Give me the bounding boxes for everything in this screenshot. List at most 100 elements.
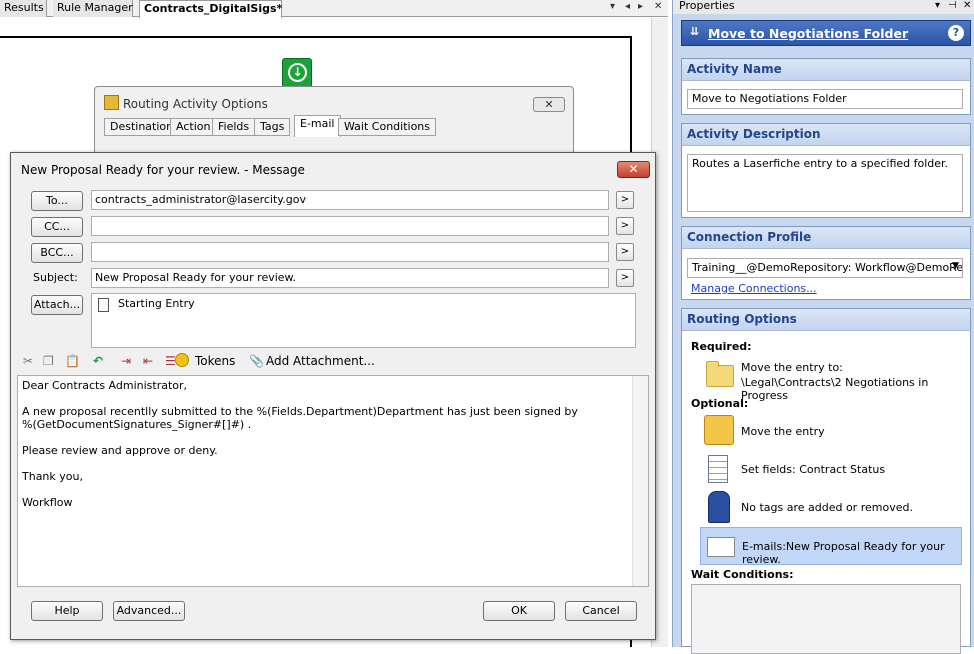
wait-conditions-label: Wait Conditions:: [691, 568, 794, 581]
folder-icon: [706, 361, 734, 387]
routing-dialog-title: Routing Activity Options: [123, 97, 268, 111]
add-attachment-button[interactable]: Add Attachment...: [266, 354, 375, 368]
tab-close-icon[interactable]: ✕: [654, 1, 662, 12]
activity-description-label: Activity Description: [682, 124, 970, 146]
activity-name-section: Activity Name Move to Negotiations Folde…: [681, 58, 971, 115]
required-item-line1[interactable]: Move the entry to:: [741, 361, 843, 374]
email-message-window: New Proposal Ready for your review. - Me…: [10, 152, 656, 640]
optional-item-email: E-mails:New Proposal Ready for your revi…: [742, 540, 945, 566]
panel-dropdown-icon[interactable]: ▾: [935, 0, 940, 12]
body-line: Thank you,: [22, 470, 83, 483]
bcc-field[interactable]: [91, 242, 609, 262]
cc-button[interactable]: CC...: [31, 217, 83, 237]
tab-contracts-digitalsigs[interactable]: Contracts_DigitalSigs*: [139, 0, 282, 18]
body-line: Workflow: [22, 496, 73, 509]
routing-options-label: Routing Options: [682, 309, 970, 331]
message-close-button[interactable]: ✕: [617, 161, 650, 178]
advanced-button[interactable]: Advanced...: [113, 601, 185, 621]
cc-insert-token-button[interactable]: >: [616, 217, 634, 235]
tab-scroll-right-icon[interactable]: ▸: [638, 1, 643, 12]
activity-description-section: Activity Description Routes a Laserfiche…: [681, 123, 971, 218]
move-entry-icon: [704, 415, 734, 445]
chevron-down-icon[interactable]: ▼: [952, 261, 959, 271]
attachments-list[interactable]: Starting Entry: [91, 293, 636, 348]
tag-icon: [708, 491, 730, 523]
to-button[interactable]: To...: [31, 191, 83, 211]
attachment-item[interactable]: Starting Entry: [118, 297, 195, 310]
optional-item-set-fields[interactable]: Set fields: Contract Status: [741, 463, 885, 476]
activity-title-link[interactable]: Move to Negotiations Folder: [708, 26, 908, 41]
wait-conditions-list[interactable]: [691, 584, 961, 654]
tab-wait-conditions[interactable]: Wait Conditions: [338, 118, 437, 136]
subject-insert-token-button[interactable]: >: [616, 269, 634, 287]
tab-list-dropdown-icon[interactable]: ▾: [610, 1, 615, 12]
chevron-double-down-icon[interactable]: ⇊: [690, 25, 699, 38]
connection-profile-label: Connection Profile: [682, 227, 970, 249]
routing-icon: [104, 95, 119, 110]
properties-header-title: Properties: [679, 0, 735, 12]
tokens-icon[interactable]: [175, 353, 189, 367]
connection-profile-value: Training__@DemoRepository: Workflow@Demo…: [692, 261, 963, 274]
paperclip-icon[interactable]: 📎: [249, 354, 264, 368]
required-item-line2[interactable]: \Legal\Contracts\2 Negotiations in Progr…: [741, 376, 970, 402]
optional-item-email-row[interactable]: E-mails:New Proposal Ready for your revi…: [700, 527, 962, 566]
activity-description-field[interactable]: Routes a Laserfiche entry to a specified…: [687, 154, 963, 212]
properties-header: Properties ▾ ⊣ ✕: [673, 0, 974, 14]
cut-icon[interactable]: ✂: [23, 354, 33, 368]
paste-icon[interactable]: 📋: [65, 354, 80, 368]
email-icon: [707, 537, 735, 557]
routing-options-section: Routing Options Required: Move the entry…: [681, 308, 971, 654]
tab-scroll-left-icon[interactable]: ◂: [625, 1, 630, 12]
subject-label: Subject:: [33, 271, 78, 284]
cancel-button[interactable]: Cancel: [565, 601, 637, 621]
panel-close-icon[interactable]: ✕: [963, 0, 971, 12]
body-line: Please review and approve or deny.: [22, 444, 218, 457]
document-tab-strip: Results Rule Manager Contracts_DigitalSi…: [0, 0, 668, 18]
optional-label: Optional:: [691, 397, 749, 410]
tab-rule-manager[interactable]: Rule Manager: [53, 0, 133, 17]
optional-item-move-entry[interactable]: Move the entry: [741, 425, 825, 438]
to-field[interactable]: contracts_administrator@lasercity.gov: [91, 190, 609, 210]
tab-fields[interactable]: Fields: [212, 118, 256, 136]
undo-icon[interactable]: ↶: [93, 354, 103, 368]
routing-dialog-close-button[interactable]: ✕: [533, 97, 565, 112]
tokens-button[interactable]: Tokens: [195, 354, 235, 368]
help-button[interactable]: Help: [31, 601, 103, 621]
body-scrollbar[interactable]: [632, 376, 648, 586]
help-icon[interactable]: ?: [948, 25, 964, 41]
document-icon: [98, 298, 109, 312]
indent-icon[interactable]: ⇥: [121, 354, 131, 368]
outdent-icon[interactable]: ⇤: [143, 354, 153, 368]
message-title: New Proposal Ready for your review. - Me…: [21, 163, 305, 177]
copy-icon[interactable]: ❐: [43, 354, 54, 368]
activity-name-field[interactable]: Move to Negotiations Folder: [687, 89, 963, 109]
workflow-start-activity-icon[interactable]: ↓: [282, 58, 312, 88]
subject-field[interactable]: New Proposal Ready for your review.: [91, 268, 609, 288]
required-label: Required:: [691, 340, 752, 353]
tab-action[interactable]: Action: [170, 118, 217, 136]
tab-destination[interactable]: Destination: [104, 118, 180, 136]
attach-button[interactable]: Attach...: [31, 295, 83, 315]
pin-icon[interactable]: ⊣: [948, 0, 957, 12]
set-fields-icon: [708, 455, 728, 483]
tab-email[interactable]: E-mail: [294, 115, 341, 137]
tab-tags[interactable]: Tags: [254, 118, 291, 136]
tab-results[interactable]: Results: [0, 0, 47, 17]
activity-name-label: Activity Name: [682, 59, 970, 81]
cc-field[interactable]: [91, 216, 609, 236]
body-line: %(GetDocumentSignatures_Signer#[]#) .: [22, 418, 252, 431]
activity-title-bar: ⇊ Move to Negotiations Folder ?: [681, 20, 971, 46]
ok-button[interactable]: OK: [483, 601, 555, 621]
bcc-insert-token-button[interactable]: >: [616, 243, 634, 261]
connection-profile-section: Connection Profile Training__@DemoReposi…: [681, 226, 971, 300]
body-line: Dear Contracts Administrator,: [22, 379, 188, 392]
to-insert-token-button[interactable]: >: [616, 191, 634, 209]
bcc-button[interactable]: BCC...: [31, 243, 83, 263]
message-body-editor[interactable]: Dear Contracts Administrator, A new prop…: [17, 375, 649, 587]
body-line: A new proposal recentlly submitted to th…: [22, 405, 578, 418]
optional-item-tags[interactable]: No tags are added or removed.: [741, 501, 913, 514]
message-toolbar: ✂ ❐ 📋 ↶ ⇥ ⇤ ☰ Tokens 📎 Add Attachment...: [17, 351, 649, 373]
properties-panel: Properties ▾ ⊣ ✕ ⇊ Move to Negotiations …: [672, 0, 974, 654]
connection-profile-select[interactable]: Training__@DemoRepository: Workflow@Demo…: [687, 258, 963, 278]
manage-connections-link[interactable]: Manage Connections...: [691, 282, 817, 295]
